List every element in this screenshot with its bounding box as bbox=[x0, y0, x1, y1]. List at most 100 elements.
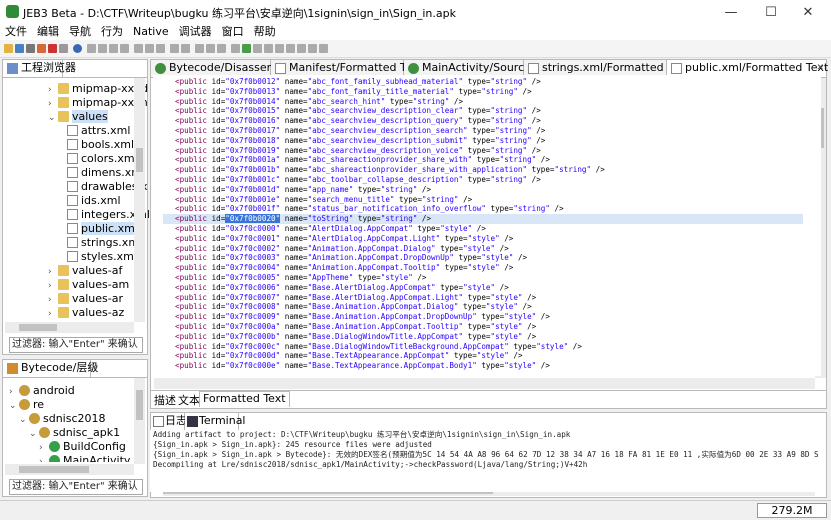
pause-icon[interactable] bbox=[297, 44, 306, 53]
menu-debugger[interactable]: 调试器 bbox=[174, 24, 217, 40]
bytecode-filter-input[interactable]: 过滤器: 输入"Enter" 来确认 bbox=[9, 479, 143, 495]
code-line[interactable]: <public id="0x7f0b0013" name="abc_font_f… bbox=[175, 87, 532, 97]
menu-navigate[interactable]: 导航 bbox=[64, 24, 96, 40]
menu-action[interactable]: 行为 bbox=[96, 24, 128, 40]
open-folder-icon[interactable] bbox=[4, 44, 13, 53]
code-line[interactable]: <public id="0x7f0b001b" name="abc_sharea… bbox=[175, 165, 605, 175]
memory-indicator[interactable]: 279.2M bbox=[757, 503, 827, 518]
tree-item-values-am[interactable]: › values-am bbox=[48, 278, 129, 292]
editor-hscrollbar[interactable] bbox=[154, 378, 815, 389]
tree-item-values[interactable]: ⌄ values bbox=[48, 110, 108, 124]
decompile-icon[interactable] bbox=[181, 44, 190, 53]
tree-item-values-az[interactable]: › values-az bbox=[48, 306, 124, 320]
comment-icon[interactable] bbox=[134, 44, 143, 53]
code-line[interactable]: <public id="0x7f0c0001" name="AlertDialo… bbox=[175, 234, 513, 244]
code-line[interactable]: <public id="0x7f0b001c" name="abc_toolba… bbox=[175, 175, 541, 185]
view-tab-text[interactable]: 文本 bbox=[178, 392, 200, 408]
code-line[interactable]: <public id="0x7f0b0012" name="abc_font_f… bbox=[175, 77, 541, 87]
code-line[interactable]: <public id="0x7f0b0020" name="toString" … bbox=[163, 214, 803, 225]
stop-icon[interactable] bbox=[48, 44, 57, 53]
menu-native[interactable]: Native bbox=[128, 24, 174, 40]
tree-icon[interactable] bbox=[217, 44, 226, 53]
code-line[interactable]: <public id="0x7f0c000a" name="Base.Anima… bbox=[175, 322, 536, 332]
code-line[interactable]: <public id="0x7f0b0018" name="abc_search… bbox=[175, 136, 545, 146]
code-line[interactable]: <public id="0x7f0b0019" name="abc_search… bbox=[175, 146, 541, 156]
tree-item-values-af[interactable]: › values-af bbox=[48, 264, 122, 278]
save-icon[interactable] bbox=[15, 44, 24, 53]
tool-icon[interactable] bbox=[37, 44, 46, 53]
bytecode-tree-vscrollbar[interactable] bbox=[134, 378, 145, 464]
tree-item-ids-xml[interactable]: ids.xml bbox=[67, 194, 121, 208]
xref-icon[interactable] bbox=[156, 44, 165, 53]
code-line[interactable]: <public id="0x7f0c000b" name="Base.Dialo… bbox=[175, 332, 536, 342]
code-line[interactable]: <public id="0x7f0c000c" name="Base.Dialo… bbox=[175, 342, 582, 352]
view-tab-formatted-text[interactable]: Formatted Text bbox=[199, 391, 290, 407]
graph-icon[interactable] bbox=[170, 44, 179, 53]
code-line[interactable]: <public id="0x7f0b001f" name="status_bar… bbox=[175, 204, 564, 214]
grid-icon[interactable] bbox=[195, 44, 204, 53]
menu-window[interactable]: 窗口 bbox=[217, 24, 249, 40]
code-line[interactable]: <public id="0x7f0b001e" name="search_men… bbox=[175, 195, 472, 205]
tab-close-icon[interactable]: ✕ bbox=[90, 360, 98, 376]
code-line[interactable]: <public id="0x7f0c0003" name="Animation.… bbox=[175, 253, 527, 263]
tree-item-public-xml[interactable]: public.xml bbox=[67, 222, 138, 236]
tab-close-icon[interactable]: ✕ bbox=[816, 60, 824, 76]
nav-forward-icon[interactable] bbox=[109, 44, 118, 53]
code-line[interactable]: <public id="0x7f0b0014" name="abc_search… bbox=[175, 97, 463, 107]
tab-terminal[interactable]: Terminal bbox=[185, 413, 246, 430]
nav-first-icon[interactable] bbox=[87, 44, 96, 53]
nav-back-icon[interactable] bbox=[98, 44, 107, 53]
code-line[interactable]: <public id="0x7f0b0017" name="abc_search… bbox=[175, 126, 545, 136]
code-line[interactable]: <public id="0x7f0c000e" name="Base.TextA… bbox=[175, 361, 550, 371]
view-tab-description[interactable]: 描述 bbox=[154, 392, 176, 408]
step-over-icon[interactable] bbox=[275, 44, 284, 53]
tree-item-attrs-xml[interactable]: attrs.xml bbox=[67, 124, 130, 138]
tree-item-colors-xml[interactable]: colors.xml bbox=[67, 152, 138, 166]
tab-project-explorer[interactable]: 工程浏览器 bbox=[3, 60, 76, 77]
menu-help[interactable]: 帮助 bbox=[249, 24, 281, 40]
globe-icon[interactable] bbox=[73, 44, 82, 53]
tree-item-values-ar[interactable]: › values-ar bbox=[48, 292, 123, 306]
tree-item-android[interactable]: › android bbox=[9, 384, 75, 398]
code-line[interactable]: <public id="0x7f0c0007" name="Base.Alert… bbox=[175, 293, 536, 303]
tree-item-mainactivity[interactable]: › MainActivity bbox=[39, 454, 130, 462]
code-line[interactable]: <public id="0x7f0c0006" name="Base.Alert… bbox=[175, 283, 509, 293]
code-line[interactable]: <public id="0x7f0c0004" name="Animation.… bbox=[175, 263, 513, 273]
project-tree-vscrollbar[interactable] bbox=[134, 78, 145, 322]
code-line[interactable]: <public id="0x7f0c0008" name="Base.Anima… bbox=[175, 302, 532, 312]
nav-last-icon[interactable] bbox=[120, 44, 129, 53]
code-line[interactable]: <public id="0x7f0c0002" name="Animation.… bbox=[175, 244, 509, 254]
tree-item-styles-xml[interactable]: styles.xml bbox=[67, 250, 137, 264]
code-line[interactable]: <public id="0x7f0c0009" name="Base.Anima… bbox=[175, 312, 550, 322]
code-line[interactable]: <public id="0x7f0b0016" name="abc_search… bbox=[175, 116, 541, 126]
tree-item-re[interactable]: ⌄ re bbox=[9, 398, 44, 412]
project-filter-input[interactable]: 过滤器: 输入"Enter" 来确认 bbox=[9, 337, 143, 353]
rename-icon[interactable] bbox=[145, 44, 154, 53]
tree-item-bools-xml[interactable]: bools.xml bbox=[67, 138, 134, 152]
tree-item-mipmap-xxxhdpi[interactable]: › mipmap-xxxh bbox=[48, 96, 148, 110]
project-tree-hscrollbar[interactable] bbox=[5, 322, 134, 333]
list-icon[interactable] bbox=[206, 44, 215, 53]
tab-bytecode-hierarchy[interactable]: Bytecode/层级 ✕ bbox=[3, 360, 98, 377]
code-view[interactable]: <public id="0x7f0b0012" name="abc_font_f… bbox=[153, 75, 821, 376]
terminate-icon[interactable] bbox=[319, 44, 328, 53]
menu-file[interactable]: 文件 bbox=[0, 24, 32, 40]
step-out-icon[interactable] bbox=[286, 44, 295, 53]
code-line[interactable]: <public id="0x7f0c0005" name="AppTheme" … bbox=[175, 273, 427, 283]
code-line[interactable]: <public id="0x7f0b001d" name="app_name" … bbox=[175, 185, 431, 195]
code-line[interactable]: <public id="0x7f0c000d" name="Base.TextA… bbox=[175, 351, 523, 361]
bookmark-icon[interactable] bbox=[231, 44, 240, 53]
menu-edit[interactable]: 编辑 bbox=[32, 24, 64, 40]
tree-item-sdnisc-apk1[interactable]: ⌄ sdnisc_apk1 bbox=[29, 426, 120, 440]
tree-item-sdnisc2018[interactable]: ⌄ sdnisc2018 bbox=[19, 412, 106, 426]
code-line[interactable]: <public id="0x7f0b001a" name="abc_sharea… bbox=[175, 155, 550, 165]
run-icon[interactable] bbox=[242, 44, 251, 53]
settings-icon[interactable] bbox=[26, 44, 35, 53]
tree-item-buildconfig[interactable]: › BuildConfig bbox=[39, 440, 126, 454]
bytecode-tree-hscrollbar[interactable] bbox=[5, 464, 134, 475]
step-into-icon[interactable] bbox=[264, 44, 273, 53]
tree-item-strings-xml[interactable]: strings.xml bbox=[67, 236, 142, 250]
close-button[interactable]: ✕ bbox=[785, 0, 831, 24]
code-line[interactable]: <public id="0x7f0c0000" name="AlertDialo… bbox=[175, 224, 486, 234]
tab-log[interactable]: 日志 bbox=[151, 413, 187, 430]
